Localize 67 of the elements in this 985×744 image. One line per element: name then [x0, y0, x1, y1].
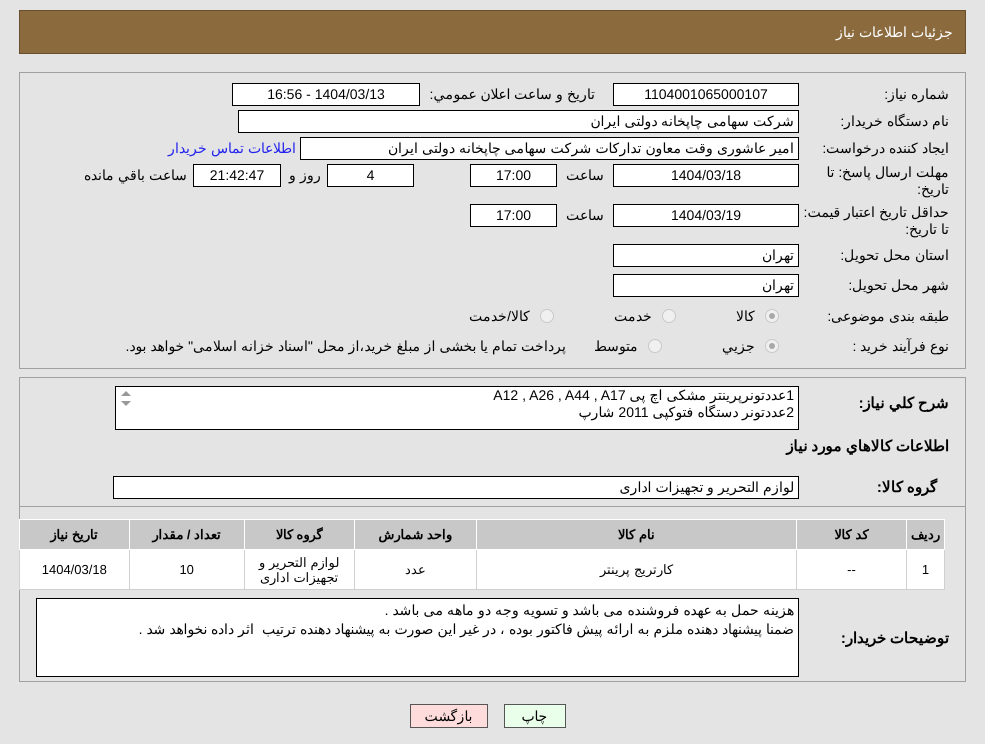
- radio-label: متوسط: [594, 336, 638, 356]
- page-title: جزئیات اطلاعات نیاز: [836, 22, 953, 42]
- radio-button[interactable]: [765, 339, 779, 353]
- column-header: ردیف: [906, 520, 944, 550]
- table-cell: 1404/03/18: [20, 550, 130, 590]
- field-label: ساعت: [565, 166, 605, 185]
- field-label: استان محل تحویل:: [839, 247, 949, 264]
- text-field[interactable]: 17:00: [470, 204, 557, 227]
- notes-line: ضمنا پیشنهاد دهنده ملزم به ارائه پیش فاکتور بوده ، در غیر این صورت به پیشنهاد دهنده ترتیب اثر داده نخواهد شد .: [138, 620, 794, 639]
- text-field[interactable]: تهران: [613, 244, 799, 267]
- field-label: گروه كالا:: [876, 478, 938, 496]
- field-label: حداقل تاریخ اعتبار قیمت: تا تاریخ:: [802, 204, 949, 238]
- text-field[interactable]: 1404/03/13 - 16:56: [232, 83, 420, 106]
- field-label: تاریخ و ساعت اعلان عمومي:: [428, 85, 595, 104]
- table-cell: 10: [129, 550, 244, 590]
- text-field[interactable]: 4: [327, 164, 414, 187]
- radio-button[interactable]: [648, 339, 662, 353]
- radio-button[interactable]: [662, 309, 676, 323]
- field-label: شهر محل تحویل:: [847, 277, 949, 294]
- radio-label: خدمت: [614, 306, 652, 326]
- column-header: گروه کالا: [244, 520, 354, 550]
- field-label: شرح كلي نياز:: [858, 394, 949, 412]
- radio-label: كالا: [736, 306, 755, 326]
- text-field[interactable]: شرکت سهامی چاپخانه دولتی ایران: [238, 110, 799, 133]
- text-field[interactable]: 17:00: [470, 164, 557, 187]
- radio-label: جزيي: [722, 336, 755, 356]
- field-label: مهلت ارسال پاسخ: تا تاریخ:: [825, 164, 949, 198]
- table-cell: --: [796, 550, 906, 590]
- description-textarea[interactable]: 1عددتونرپرینتر مشکی اچ پی A12 , A26 , A44 , A17 2عددتونر دستگاه فتوکپی 2011 شارپ: [115, 386, 799, 430]
- table-cell: عدد: [354, 550, 476, 590]
- radio-button[interactable]: [765, 309, 779, 323]
- description-line: 1عددتونرپرینتر مشکی اچ پی A12 , A26 , A44 , A17: [492, 387, 794, 404]
- text-field[interactable]: امیر عاشوری وقت معاون تدارکات شرکت سهامی چاپخانه دولتی ایران: [300, 137, 799, 160]
- scroll-arrows-icon: [120, 389, 132, 409]
- radio-label: كالا/خدمت: [469, 306, 530, 326]
- table-cell: لوازم التحریر و تجهیزات اداری: [244, 550, 354, 590]
- text-field[interactable]: لوازم التحریر و تجهیزات اداری: [113, 476, 799, 498]
- print-button[interactable]: چاپ: [504, 704, 566, 728]
- field-label: نام دستگاه خریدار:: [839, 113, 949, 130]
- field-label: طبقه بندی موضوعی:: [826, 308, 949, 324]
- field-label: ساعت: [565, 206, 605, 225]
- field-label: شماره نیاز:: [883, 86, 949, 103]
- radio-button[interactable]: [540, 309, 554, 323]
- text-field[interactable]: تهران: [613, 274, 799, 297]
- field-label: روز و: [287, 166, 321, 186]
- text-field[interactable]: 1104001065000107: [613, 83, 799, 106]
- payment-note: پرداخت تمام یا بخشی از مبلغ خرید،از محل "اسناد خزانه اسلامی" خواهد بود.: [125, 336, 566, 356]
- field-label: ساعت باقي مانده: [84, 166, 187, 186]
- field-label: توضیحات خریدار:: [840, 629, 949, 647]
- table-cell: کارتریج پرینتر: [476, 550, 796, 590]
- field-label: ایجاد کننده درخواست:: [821, 140, 949, 157]
- text-field[interactable]: 1404/03/19: [613, 204, 799, 227]
- field-label: نوع فرآیند خرید :: [851, 338, 949, 354]
- column-header: تاریخ نیاز: [20, 520, 130, 550]
- text-field[interactable]: 1404/03/18: [613, 164, 799, 187]
- notes-line: هزینه حمل به عهده فروشنده می باشد و تسویه وجه دو ماهه می باشد .: [384, 601, 794, 620]
- column-header: واحد شمارش: [354, 520, 476, 550]
- buyer-contact-link[interactable]: اطلاعات تماس خریدار: [168, 138, 296, 159]
- section-heading: اطلاعات كالاهاي مورد نياز: [784, 437, 949, 457]
- countdown-field[interactable]: 21:42:47: [193, 164, 281, 187]
- column-header: کد کالا: [796, 520, 906, 550]
- column-header: نام کالا: [476, 520, 796, 550]
- table-cell: 1: [906, 550, 944, 590]
- column-header: تعداد / مقدار: [129, 520, 244, 550]
- buyer-notes-textarea[interactable]: هزینه حمل به عهده فروشنده می باشد و تسویه وجه دو ماهه می باشد . ضمنا پیشنهاد دهنده ملزم به ارائه پیش فاکتور بوده ، در غیر این صورت به پیشنهاد دهنده ترتیب اثر داده نخواهد شد .: [36, 598, 799, 677]
- description-line: 2عددتونر دستگاه فتوکپی 2011 شارپ: [578, 404, 794, 421]
- back-button[interactable]: بازگشت: [410, 704, 488, 728]
